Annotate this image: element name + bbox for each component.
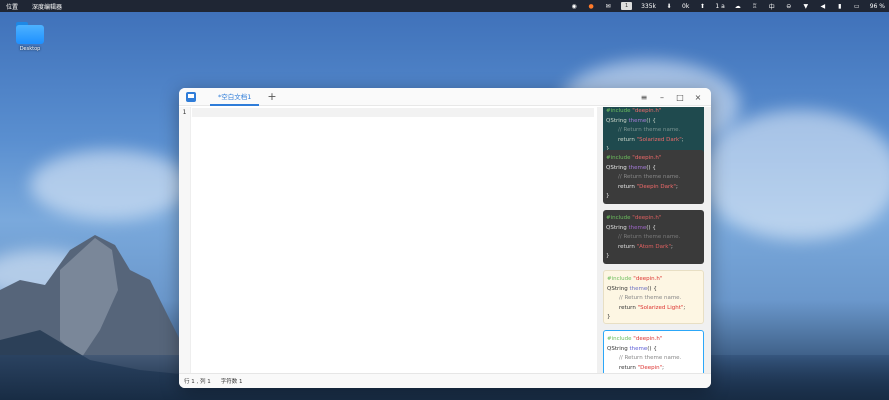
desktop-folder-label: Desktop [19, 46, 41, 52]
upload-speed-text: 0k [682, 2, 690, 10]
cloud-sync-icon[interactable]: ☁ [734, 3, 742, 10]
current-line-highlight [192, 108, 594, 117]
line-number-gutter: 1 [179, 107, 191, 373]
upload-arrow-icon: ⬆ [699, 2, 705, 10]
maximize-button[interactable]: □ [671, 93, 689, 102]
theme-card-atom-dark[interactable]: #include "deepin.h" QString theme() { //… [603, 210, 704, 264]
window-controls: ≡ – □ × [635, 88, 707, 106]
tab-untitled[interactable]: *空白文档1 [210, 88, 260, 106]
theme-card-deepin-dark[interactable]: #include "deepin.h" QString theme() { //… [603, 150, 704, 204]
network-speed-text: 335k [641, 2, 657, 10]
text-editor-area[interactable]: 1 [179, 107, 597, 373]
character-count: 字符数 1 [220, 379, 243, 385]
keyboard-layout-indicator[interactable]: 1 [621, 2, 633, 10]
close-button[interactable]: × [689, 93, 707, 102]
chinese-input-icon[interactable]: 中 [768, 3, 776, 11]
input-method-indicator[interactable]: 1 a [715, 3, 724, 10]
wifi-icon[interactable]: ▼ [802, 3, 810, 10]
mail-icon[interactable]: ✉ [604, 3, 612, 10]
battery-icon[interactable]: ▭ [853, 3, 861, 10]
wallpaper-cloud [700, 110, 889, 240]
add-tab-button[interactable]: + [267, 91, 276, 102]
cursor-position: 行 1 , 列 1 [184, 379, 211, 385]
status-bar: 行 1 , 列 1 字符数 1 [179, 373, 711, 388]
settings-icon[interactable]: ⊖ [785, 3, 793, 10]
screenshot-icon[interactable]: ◉ [570, 3, 578, 10]
volume-icon[interactable]: ◀ [819, 3, 827, 10]
microphone-icon[interactable]: ▮ [836, 3, 844, 10]
theme-card-deepin[interactable]: #include "deepin.h" QString theme() { //… [603, 330, 704, 373]
editor-window: *空白文档1 + ≡ – □ × 1 #include "deepin.h" Q… [179, 88, 711, 388]
theme-panel: #include "deepin.h" QString theme() { //… [597, 107, 711, 373]
line-number: 1 [182, 109, 187, 116]
menu-item-places[interactable]: 位置 [6, 2, 18, 11]
system-tray: ◉ ● ✉ 1 335k ⬇ 0k ⬆ 1 a ☁ ♖ 中 ⊖ ▼ ◀ ▮ ▭ … [570, 0, 885, 12]
folder-icon [16, 22, 44, 44]
download-arrow-icon: ⬇ [666, 2, 672, 10]
desktop-folder[interactable]: Desktop [14, 22, 46, 52]
top-menu: 位置 深度编辑器 [0, 2, 62, 11]
menu-icon[interactable]: ≡ [635, 93, 653, 102]
app-logo-icon [186, 91, 196, 102]
top-panel: 位置 深度编辑器 ◉ ● ✉ 1 335k ⬇ 0k ⬆ 1 a ☁ ♖ 中 ⊖… [0, 0, 889, 12]
battery-percent: 96 % [869, 2, 885, 10]
minimize-button[interactable]: – [653, 93, 671, 102]
app-indicator-icon[interactable]: ● [587, 3, 595, 10]
theme-card-solarized-light[interactable]: #include "deepin.h" QString theme() { //… [603, 270, 704, 324]
shirt-icon[interactable]: ♖ [751, 3, 759, 10]
menu-item-app-name[interactable]: 深度编辑器 [32, 2, 62, 11]
titlebar[interactable]: *空白文档1 + ≡ – □ × [179, 88, 711, 106]
